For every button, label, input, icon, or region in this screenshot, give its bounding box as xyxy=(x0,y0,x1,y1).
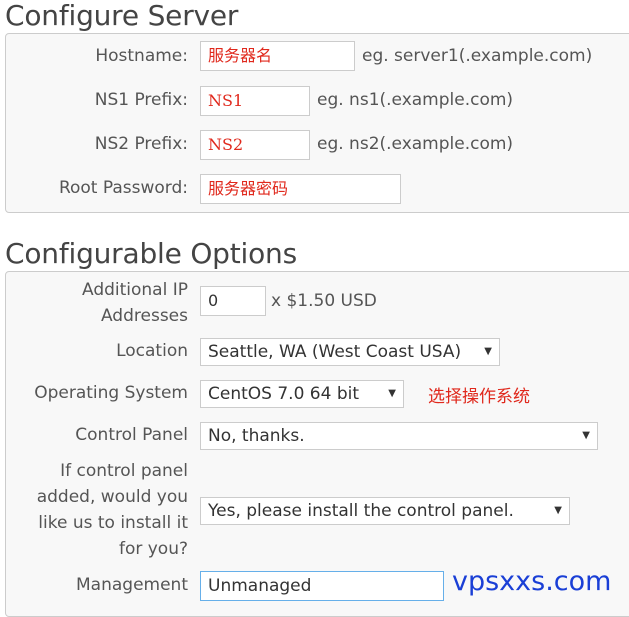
chevron-down-icon: ▼ xyxy=(582,430,590,441)
chevron-down-icon: ▼ xyxy=(388,388,396,399)
chevron-down-icon: ▼ xyxy=(554,505,562,516)
install-panel-selected-value: Yes, please install the control panel. xyxy=(208,501,514,521)
additional-ip-price: x $1.50 USD xyxy=(271,291,377,311)
ns2-input[interactable]: NS2 xyxy=(200,130,310,160)
install-panel-select[interactable]: Yes, please install the control panel. ▼ xyxy=(200,497,570,525)
ns1-label: NS1 Prefix: xyxy=(94,90,188,110)
location-selected-value: Seattle, WA (West Coast USA) xyxy=(208,342,462,362)
ns1-input[interactable]: NS1 xyxy=(200,86,310,116)
os-selected-value: CentOS 7.0 64 bit xyxy=(208,384,359,404)
location-label: Location xyxy=(116,341,188,361)
management-field[interactable]: Unmanaged xyxy=(200,571,444,601)
location-select[interactable]: Seattle, WA (West Coast USA) ▼ xyxy=(200,338,500,366)
os-select[interactable]: CentOS 7.0 64 bit ▼ xyxy=(200,380,404,408)
hostname-input[interactable]: 服务器名 xyxy=(200,41,355,71)
hostname-hint: eg. server1(.example.com) xyxy=(362,46,593,66)
watermark: vpsxxs.com xyxy=(452,566,612,597)
os-annotation: 选择操作系统 xyxy=(428,387,530,407)
hostname-label: Hostname: xyxy=(95,46,188,66)
ns1-hint: eg. ns1(.example.com) xyxy=(317,90,514,110)
management-label: Management xyxy=(76,575,188,595)
root-password-input[interactable]: 服务器密码 xyxy=(200,174,401,204)
additional-ip-input[interactable]: 0 xyxy=(200,286,266,316)
control-panel-selected-value: No, thanks. xyxy=(208,426,305,446)
control-panel-select[interactable]: No, thanks. ▼ xyxy=(200,422,598,450)
os-label: Operating System xyxy=(34,383,188,403)
chevron-down-icon: ▼ xyxy=(484,346,492,357)
configure-server-title: Configure Server xyxy=(5,0,239,32)
install-panel-label: If control panel added, would you like u… xyxy=(36,461,188,559)
additional-ip-label: Additional IP Addresses xyxy=(81,280,188,326)
configurable-options-title: Configurable Options xyxy=(5,237,297,270)
root-password-label: Root Password: xyxy=(58,178,188,198)
ns2-hint: eg. ns2(.example.com) xyxy=(317,134,514,154)
control-panel-label: Control Panel xyxy=(75,425,188,445)
ns2-label: NS2 Prefix: xyxy=(94,134,188,154)
